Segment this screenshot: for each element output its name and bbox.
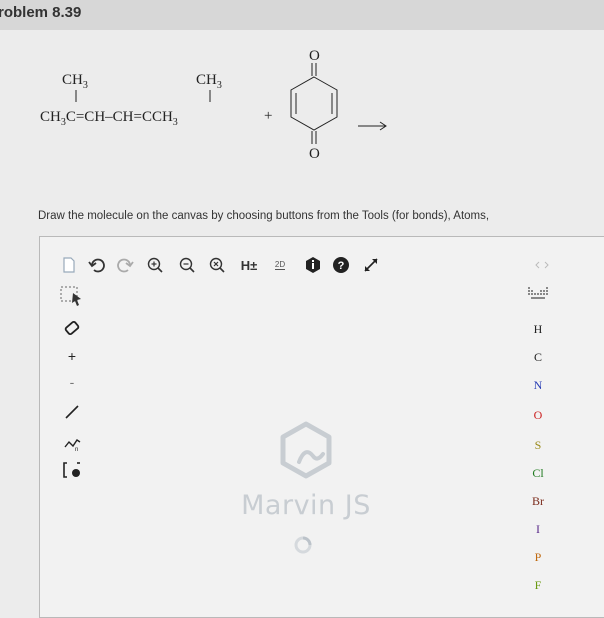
- redo-icon[interactable]: [114, 252, 136, 278]
- eraser-icon[interactable]: [54, 314, 90, 342]
- reaction-scheme: CH3 CH3 CH3C=CH–CH=CCH3 + O O: [40, 48, 387, 162]
- info-icon[interactable]: [302, 252, 324, 278]
- page-title: roblem 8.39: [0, 4, 82, 21]
- chain-tool-icon[interactable]: n: [54, 428, 90, 456]
- select-tool-icon[interactable]: [54, 282, 90, 310]
- instruction-text: Draw the molecule on the canvas by choos…: [38, 210, 490, 222]
- help-icon[interactable]: ?: [330, 252, 352, 278]
- hydrogen-toggle-button[interactable]: H±: [236, 252, 262, 278]
- charge-minus-button[interactable]: -: [54, 368, 90, 396]
- left-ch3-label: CH3: [62, 72, 88, 91]
- bottom-oxygen-label: O: [309, 146, 320, 162]
- atom-button-s[interactable]: S: [520, 438, 556, 460]
- bracket-tool-icon[interactable]: [54, 456, 90, 484]
- left-toolbar: + - n: [54, 282, 94, 602]
- top-oxygen-label: O: [309, 48, 320, 64]
- panel-toggle-icon[interactable]: [532, 252, 552, 278]
- undo-icon[interactable]: [86, 252, 108, 278]
- charge-plus-button[interactable]: +: [54, 342, 90, 370]
- atom-button-cl[interactable]: Cl: [520, 466, 556, 488]
- new-document-icon[interactable]: [58, 252, 80, 278]
- atom-button-n[interactable]: N: [520, 378, 556, 400]
- zoom-reset-icon[interactable]: [206, 252, 228, 278]
- reaction-arrow: [358, 121, 387, 131]
- atom-button-br[interactable]: Br: [520, 494, 556, 516]
- plus-sign: +: [264, 108, 272, 124]
- right-ch3-label: CH3: [196, 72, 222, 91]
- zoom-in-icon[interactable]: [144, 252, 166, 278]
- periodic-table-icon[interactable]: [520, 286, 556, 308]
- marvin-logo-text: Marvin JS: [241, 490, 371, 521]
- atom-button-i[interactable]: I: [520, 522, 556, 544]
- zoom-out-icon[interactable]: [176, 252, 198, 278]
- clean-2d-button[interactable]: 2D: [268, 252, 292, 278]
- atom-button-p[interactable]: P: [520, 550, 556, 572]
- top-bar: [0, 0, 604, 30]
- atom-button-f[interactable]: F: [520, 578, 556, 600]
- benzoquinone-structure: O O: [290, 48, 338, 162]
- main-chain-formula: CH3C=CH–CH=CCH3: [40, 109, 178, 128]
- svg-text:n: n: [75, 447, 78, 452]
- editor-toolbar: H± 2D ?: [40, 252, 560, 280]
- atom-button-h[interactable]: H: [520, 322, 556, 344]
- atoms-panel: H C N O S Cl Br I P F: [520, 287, 560, 604]
- fullscreen-icon[interactable]: [360, 252, 382, 278]
- svg-text:?: ?: [338, 260, 345, 272]
- atom-button-o[interactable]: O: [520, 408, 556, 430]
- loading-spinner-icon: [294, 536, 312, 554]
- marvin-logo: Marvin JS: [236, 418, 376, 558]
- single-bond-icon[interactable]: [54, 398, 90, 426]
- atom-button-c[interactable]: C: [520, 350, 556, 372]
- marvin-logo-icon: [280, 421, 332, 479]
- clean-2d-label: 2D: [274, 260, 286, 270]
